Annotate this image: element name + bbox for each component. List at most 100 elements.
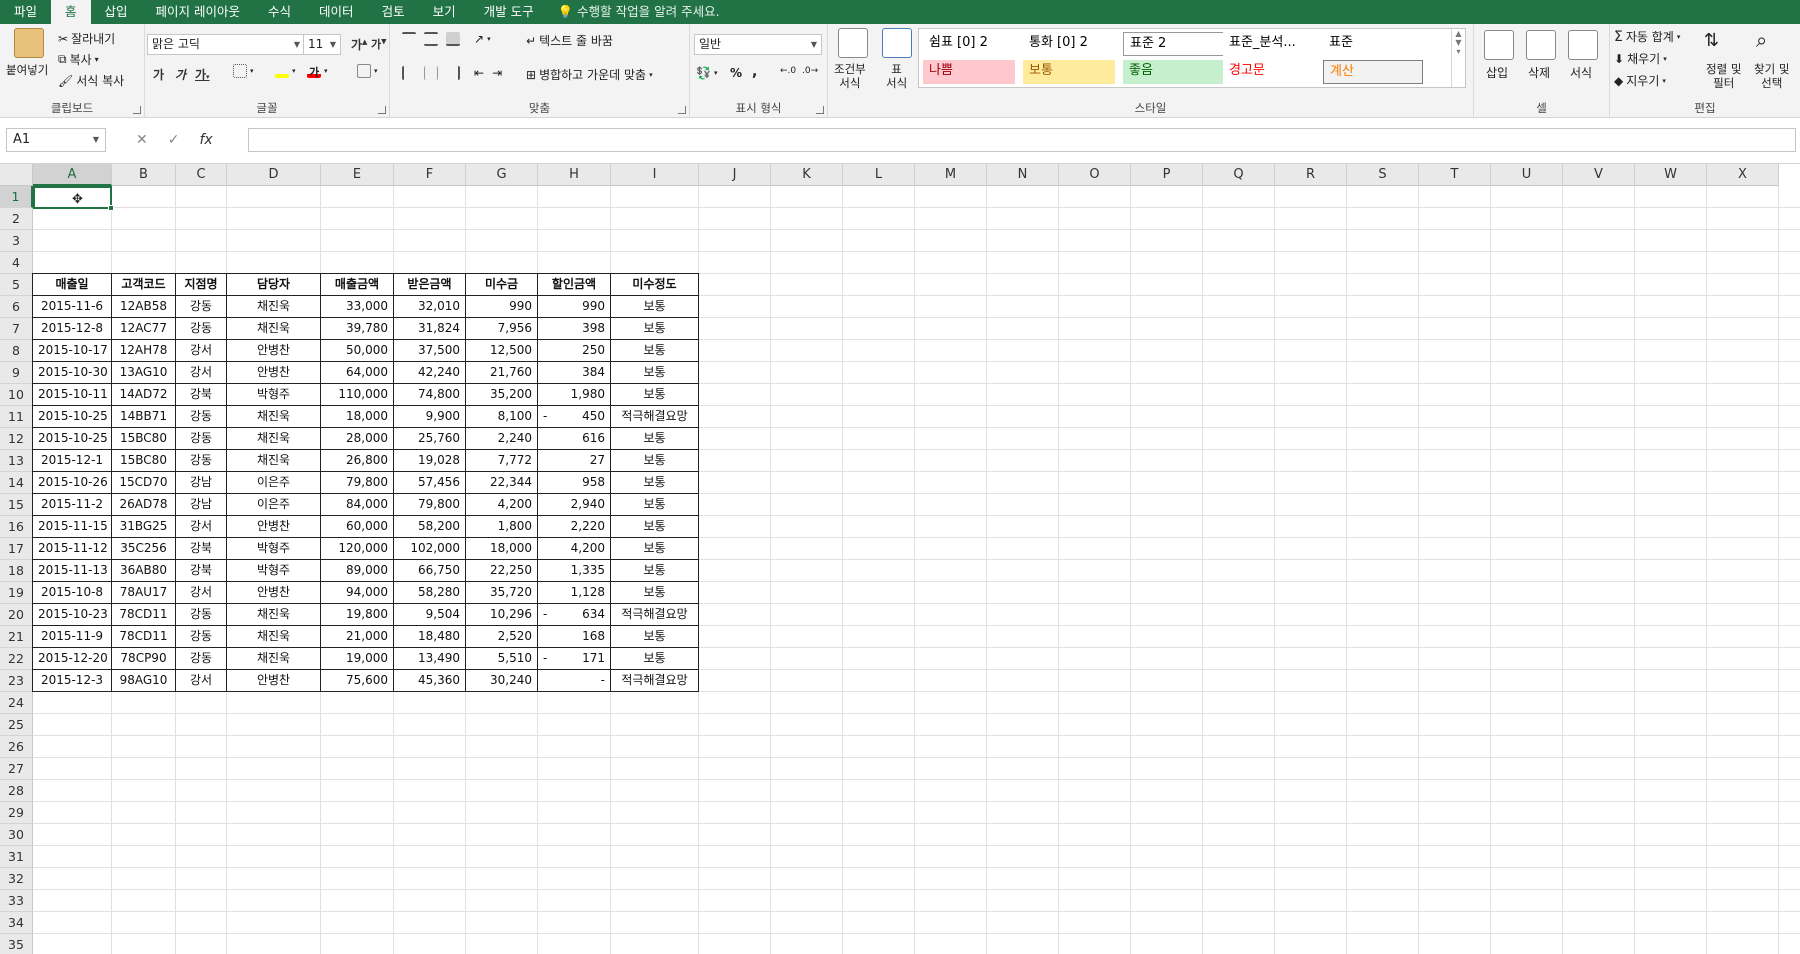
column-header-H[interactable]: H [538, 164, 611, 186]
tab-6[interactable]: 검토 [368, 0, 419, 24]
column-header-C[interactable]: C [176, 164, 227, 186]
cell-D18[interactable]: 박형주 [226, 559, 321, 582]
enter-icon[interactable]: ✓ [168, 132, 180, 148]
align-left-icon[interactable] [402, 66, 416, 80]
cell-D14[interactable]: 이은주 [226, 471, 321, 494]
cell-H18[interactable]: 1,335 [537, 559, 611, 582]
cell-F8[interactable]: 37,500 [393, 339, 466, 362]
cell-F5[interactable]: 받은금액 [393, 273, 466, 296]
cell-G5[interactable]: 미수금 [465, 273, 538, 296]
row-header-7[interactable]: 7 [0, 318, 33, 340]
fill-handle[interactable] [108, 205, 114, 211]
fill-button[interactable]: ⬇ 채우기 ▾ [1614, 50, 1667, 67]
column-header-D[interactable]: D [227, 164, 321, 186]
cell-A20[interactable]: 2015-10-23 [32, 603, 112, 626]
row-header-12[interactable]: 12 [0, 428, 33, 450]
cell-I23[interactable]: 적극해결요망 [610, 669, 699, 692]
cell-F6[interactable]: 32,010 [393, 295, 466, 318]
insert-function-icon[interactable]: fx [199, 132, 212, 148]
cell-C23[interactable]: 강서 [175, 669, 227, 692]
column-header-J[interactable]: J [699, 164, 771, 186]
cell-F22[interactable]: 13,490 [393, 647, 466, 670]
cell-H9[interactable]: 384 [537, 361, 611, 384]
tab-7[interactable]: 보기 [419, 0, 470, 24]
row-header-33[interactable]: 33 [0, 890, 33, 912]
cell-I18[interactable]: 보통 [610, 559, 699, 582]
cell-G13[interactable]: 7,772 [465, 449, 538, 472]
cell-A12[interactable]: 2015-10-25 [32, 427, 112, 450]
column-header-T[interactable]: T [1419, 164, 1491, 186]
cell-H8[interactable]: 250 [537, 339, 611, 362]
delete-cells-button[interactable]: 삭제 [1528, 64, 1550, 81]
cell-D10[interactable]: 박형주 [226, 383, 321, 406]
decrease-decimal-button[interactable]: .0→ [802, 66, 818, 76]
cell-C11[interactable]: 강동 [175, 405, 227, 428]
cell-E17[interactable]: 120,000 [320, 537, 394, 560]
increase-indent-icon[interactable]: ⇥ [492, 66, 502, 80]
percent-button[interactable]: % [730, 66, 742, 80]
cell-A18[interactable]: 2015-11-13 [32, 559, 112, 582]
cell-C18[interactable]: 강북 [175, 559, 227, 582]
cell-B9[interactable]: 13AG10 [111, 361, 176, 384]
worksheet-grid[interactable]: A B C D E F G H I J K L M N O P Q R S T U V W X 1 2 3 4 5 6 7 8 9 10 11 12 1… [0, 164, 1800, 954]
cell-I6[interactable]: 보통 [610, 295, 699, 318]
cell-I8[interactable]: 보통 [610, 339, 699, 362]
cell-H17[interactable]: 4,200 [537, 537, 611, 560]
cell-I21[interactable]: 보통 [610, 625, 699, 648]
cell-C17[interactable]: 강북 [175, 537, 227, 560]
cell-G9[interactable]: 21,760 [465, 361, 538, 384]
row-header-24[interactable]: 24 [0, 692, 33, 714]
cell-F13[interactable]: 19,028 [393, 449, 466, 472]
column-header-N[interactable]: N [987, 164, 1059, 186]
cell-I22[interactable]: 보통 [610, 647, 699, 670]
cell-G15[interactable]: 4,200 [465, 493, 538, 516]
cell-F19[interactable]: 58,280 [393, 581, 466, 604]
cell-I7[interactable]: 보통 [610, 317, 699, 340]
cell-E19[interactable]: 94,000 [320, 581, 394, 604]
font-color-button[interactable]: 가 ▾ [307, 64, 328, 79]
cell-B18[interactable]: 36AB80 [111, 559, 176, 582]
cell-F21[interactable]: 18,480 [393, 625, 466, 648]
cell-B22[interactable]: 78CP90 [111, 647, 176, 670]
insert-cells-button[interactable]: 삽입 [1486, 64, 1508, 81]
cell-style-4[interactable]: 표준 [1323, 32, 1423, 56]
cell-C20[interactable]: 강동 [175, 603, 227, 626]
cell-D12[interactable]: 채진욱 [226, 427, 321, 450]
cell-A10[interactable]: 2015-10-11 [32, 383, 112, 406]
cell-H23[interactable]: - [537, 669, 611, 692]
row-header-22[interactable]: 22 [0, 648, 33, 670]
gallery-scroll[interactable]: ▲ ▼ ▾ [1451, 29, 1465, 87]
cell-G12[interactable]: 2,240 [465, 427, 538, 450]
bold-button[interactable]: 가 [153, 66, 164, 83]
cell-H19[interactable]: 1,128 [537, 581, 611, 604]
cell-F7[interactable]: 31,824 [393, 317, 466, 340]
row-header-25[interactable]: 25 [0, 714, 33, 736]
tab-4[interactable]: 수식 [254, 0, 305, 24]
cell-H14[interactable]: 958 [537, 471, 611, 494]
cell-D11[interactable]: 채진욱 [226, 405, 321, 428]
cell-D23[interactable]: 안병찬 [226, 669, 321, 692]
row-header-16[interactable]: 16 [0, 516, 33, 538]
cell-C19[interactable]: 강서 [175, 581, 227, 604]
underline-button[interactable]: 가▾ [195, 66, 210, 83]
cell-E5[interactable]: 매출금액 [320, 273, 394, 296]
cell-H13[interactable]: 27 [537, 449, 611, 472]
row-header-6[interactable]: 6 [0, 296, 33, 318]
cell-I16[interactable]: 보통 [610, 515, 699, 538]
align-top-icon[interactable] [402, 32, 416, 46]
cell-B12[interactable]: 15BC80 [111, 427, 176, 450]
cell-style-9[interactable]: 계산 [1323, 60, 1423, 84]
cell-G20[interactable]: 10,296 [465, 603, 538, 626]
cell-G18[interactable]: 22,250 [465, 559, 538, 582]
cell-G21[interactable]: 2,520 [465, 625, 538, 648]
cell-style-3[interactable]: 표준_분석... [1223, 32, 1319, 56]
cell-G19[interactable]: 35,720 [465, 581, 538, 604]
column-header-X[interactable]: X [1707, 164, 1779, 186]
cell-I11[interactable]: 적극해결요망 [610, 405, 699, 428]
column-header-E[interactable]: E [321, 164, 394, 186]
cell-B7[interactable]: 12AC77 [111, 317, 176, 340]
row-header-8[interactable]: 8 [0, 340, 33, 362]
cell-style-0[interactable]: 쉼표 [0] 2 [923, 32, 1015, 56]
cell-C12[interactable]: 강동 [175, 427, 227, 450]
row-header-19[interactable]: 19 [0, 582, 33, 604]
